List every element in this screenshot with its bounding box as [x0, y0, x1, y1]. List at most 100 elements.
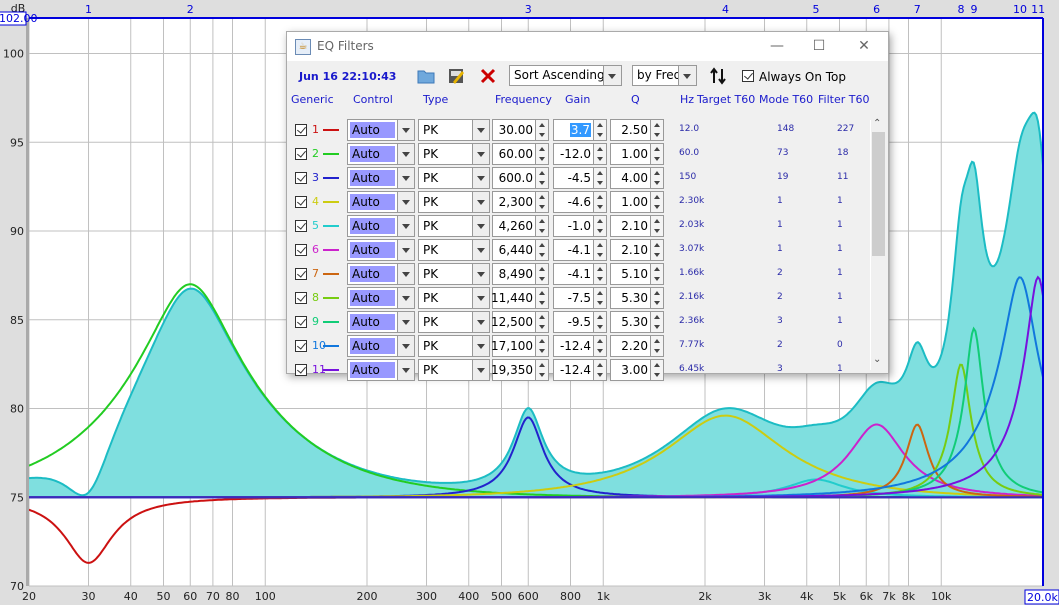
- filter-enabled-checkbox[interactable]: [295, 244, 307, 256]
- decrement-icon[interactable]: [593, 130, 606, 140]
- control-dropdown[interactable]: Auto: [347, 239, 415, 261]
- filter-enabled-checkbox[interactable]: [295, 364, 307, 376]
- maximize-button[interactable]: ☐: [804, 36, 834, 56]
- filter-enabled-checkbox[interactable]: [295, 220, 307, 232]
- gain-spinner[interactable]: -4.1: [553, 239, 607, 261]
- frequency-spinner[interactable]: 2,300: [492, 191, 549, 213]
- decrement-icon[interactable]: [593, 178, 606, 188]
- type-dropdown[interactable]: PK: [418, 167, 490, 189]
- decrement-icon[interactable]: [593, 154, 606, 164]
- q-spinner[interactable]: 2.10: [610, 215, 664, 237]
- decrement-icon[interactable]: [535, 202, 548, 212]
- decrement-icon[interactable]: [593, 298, 606, 308]
- q-spinner[interactable]: 3.00: [610, 359, 664, 381]
- filter-marker-label[interactable]: 8: [957, 3, 964, 16]
- q-spinner[interactable]: 5.10: [610, 263, 664, 285]
- type-dropdown[interactable]: PK: [418, 359, 490, 381]
- filter-enabled-checkbox[interactable]: [295, 316, 307, 328]
- frequency-spinner[interactable]: 8,490: [492, 263, 549, 285]
- q-spinner[interactable]: 1.00: [610, 143, 664, 165]
- gain-spinner[interactable]: -7.5: [553, 287, 607, 309]
- filter-enabled-checkbox[interactable]: [295, 196, 307, 208]
- control-dropdown[interactable]: Auto: [347, 359, 415, 381]
- frequency-spinner[interactable]: 30.00: [492, 119, 549, 141]
- decrement-icon[interactable]: [535, 178, 548, 188]
- decrement-icon[interactable]: [593, 274, 606, 284]
- xmax-value[interactable]: 20.0k: [1027, 591, 1058, 604]
- scrollbar-thumb[interactable]: [872, 132, 885, 256]
- decrement-icon[interactable]: [650, 202, 663, 212]
- decrement-icon[interactable]: [650, 322, 663, 332]
- decrement-icon[interactable]: [650, 250, 663, 260]
- type-dropdown[interactable]: PK: [418, 287, 490, 309]
- scroll-up-icon[interactable]: ⌃: [873, 118, 881, 129]
- q-spinner[interactable]: 2.20: [610, 335, 664, 357]
- type-dropdown[interactable]: PK: [418, 239, 490, 261]
- decrement-icon[interactable]: [593, 370, 606, 380]
- decrement-icon[interactable]: [535, 250, 548, 260]
- filter-marker-label[interactable]: 4: [722, 3, 729, 16]
- delete-icon[interactable]: [479, 67, 497, 85]
- filter-enabled-checkbox[interactable]: [295, 148, 307, 160]
- decrement-icon[interactable]: [650, 370, 663, 380]
- type-dropdown[interactable]: PK: [418, 335, 490, 357]
- save-edit-icon[interactable]: [447, 67, 465, 85]
- q-spinner[interactable]: 5.30: [610, 311, 664, 333]
- filter-enabled-checkbox[interactable]: [295, 124, 307, 136]
- decrement-icon[interactable]: [535, 370, 548, 380]
- gain-spinner[interactable]: -9.5: [553, 311, 607, 333]
- control-dropdown[interactable]: Auto: [347, 143, 415, 165]
- gain-spinner[interactable]: -1.0: [553, 215, 607, 237]
- control-dropdown[interactable]: Auto: [347, 191, 415, 213]
- type-dropdown[interactable]: PK: [418, 119, 490, 141]
- q-spinner[interactable]: 2.10: [610, 239, 664, 261]
- minimize-button[interactable]: —: [762, 36, 792, 56]
- filter-marker-label[interactable]: 6: [873, 3, 880, 16]
- decrement-icon[interactable]: [593, 202, 606, 212]
- type-dropdown[interactable]: PK: [418, 143, 490, 165]
- filter-marker-label[interactable]: 3: [525, 3, 532, 16]
- gain-spinner[interactable]: -12.4: [553, 335, 607, 357]
- type-dropdown[interactable]: PK: [418, 191, 490, 213]
- control-dropdown[interactable]: Auto: [347, 215, 415, 237]
- dialog-titlebar[interactable]: ☕ EQ Filters — ☐ ✕: [287, 32, 888, 61]
- frequency-spinner[interactable]: 12,500: [491, 311, 549, 333]
- frequency-spinner[interactable]: 4,260: [492, 215, 549, 237]
- filter-marker-label[interactable]: 9: [971, 3, 978, 16]
- decrement-icon[interactable]: [535, 322, 548, 332]
- scroll-down-icon[interactable]: ⌄: [873, 354, 881, 365]
- eq-filters-dialog[interactable]: ☕ EQ Filters — ☐ ✕ Jun 16 22:10:43 Sort …: [286, 31, 889, 381]
- filter-list-scrollbar[interactable]: ⌃ ⌄: [870, 118, 886, 370]
- frequency-spinner[interactable]: 60.00: [492, 143, 549, 165]
- control-dropdown[interactable]: Auto: [347, 311, 415, 333]
- decrement-icon[interactable]: [593, 322, 606, 332]
- filter-marker-label[interactable]: 2: [187, 3, 194, 16]
- filter-marker-label[interactable]: 1: [85, 3, 92, 16]
- gain-spinner[interactable]: -4.5: [553, 167, 607, 189]
- control-dropdown[interactable]: Auto: [347, 335, 415, 357]
- decrement-icon[interactable]: [650, 346, 663, 356]
- decrement-icon[interactable]: [593, 250, 606, 260]
- frequency-spinner[interactable]: 11,440: [491, 287, 549, 309]
- decrement-icon[interactable]: [535, 154, 548, 164]
- control-dropdown[interactable]: Auto: [347, 263, 415, 285]
- gain-spinner[interactable]: -4.1: [553, 263, 607, 285]
- filter-enabled-checkbox[interactable]: [295, 340, 307, 352]
- control-dropdown[interactable]: Auto: [347, 119, 415, 141]
- decrement-icon[interactable]: [593, 226, 606, 236]
- sort-direction-icon[interactable]: [709, 67, 727, 85]
- decrement-icon[interactable]: [650, 130, 663, 140]
- gain-spinner[interactable]: -12.4: [553, 359, 607, 381]
- frequency-spinner[interactable]: 17,100: [491, 335, 549, 357]
- filter-marker-label[interactable]: 10: [1013, 3, 1027, 16]
- gain-spinner[interactable]: -4.6: [553, 191, 607, 213]
- decrement-icon[interactable]: [650, 274, 663, 284]
- gain-spinner[interactable]: -12.0: [553, 143, 607, 165]
- decrement-icon[interactable]: [593, 346, 606, 356]
- sort-order-dropdown[interactable]: Sort Ascending: [509, 65, 622, 86]
- decrement-icon[interactable]: [535, 130, 548, 140]
- frequency-spinner[interactable]: 600.0: [492, 167, 549, 189]
- filter-marker-label[interactable]: 5: [812, 3, 819, 16]
- decrement-icon[interactable]: [650, 178, 663, 188]
- decrement-icon[interactable]: [650, 154, 663, 164]
